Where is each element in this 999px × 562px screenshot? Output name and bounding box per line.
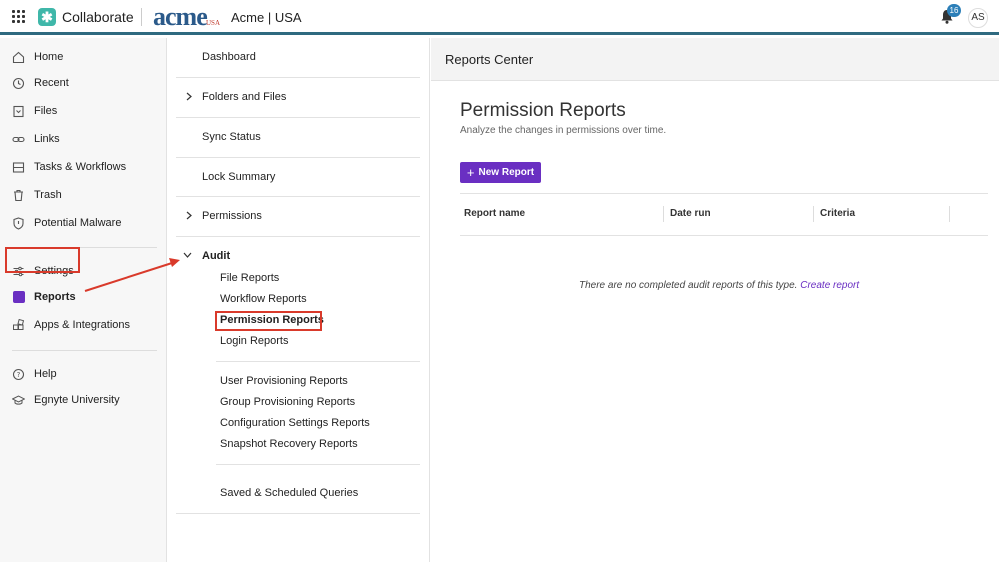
sidebar-item-home[interactable]: Home <box>12 47 63 67</box>
sidebar-item-label: Egnyte University <box>34 394 120 406</box>
nav-divider <box>176 513 420 514</box>
sidebar-item-label: Links <box>34 133 60 145</box>
nav-divider <box>216 361 420 362</box>
nav-login-reports[interactable]: Login Reports <box>220 335 289 347</box>
new-report-label: New Report <box>478 167 535 178</box>
top-bar: ✱ Collaborate acme USA Acme | USA 16 AS <box>0 0 999 35</box>
trash-icon <box>12 189 25 202</box>
nav-lock-summary[interactable]: Lock Summary <box>202 171 446 183</box>
graduation-icon <box>12 394 25 407</box>
nav-audit[interactable]: Audit <box>202 250 446 262</box>
empty-state-text: There are no completed audit reports of … <box>579 280 798 291</box>
nav-divider <box>176 236 420 237</box>
svg-text:?: ? <box>17 371 21 379</box>
sidebar-item-files[interactable]: Files <box>12 101 57 121</box>
permission-reports-highlight-box <box>215 311 322 331</box>
column-header-date-run[interactable]: Date run <box>670 208 711 219</box>
sidebar-item-links[interactable]: Links <box>12 129 60 149</box>
create-report-link[interactable]: Create report <box>800 280 859 291</box>
sidebar-item-trash[interactable]: Trash <box>12 185 62 205</box>
column-separator[interactable] <box>813 206 814 222</box>
nav-divider <box>216 464 420 465</box>
nav-saved-scheduled-queries[interactable]: Saved & Scheduled Queries <box>220 487 358 499</box>
nav-dashboard[interactable]: Dashboard <box>202 51 446 63</box>
empty-state-message: There are no completed audit reports of … <box>579 280 859 291</box>
nav-workflow-reports[interactable]: Workflow Reports <box>220 293 307 305</box>
reports-icon <box>12 291 25 304</box>
file-icon <box>12 105 25 118</box>
home-icon <box>12 51 25 64</box>
nav-file-reports[interactable]: File Reports <box>220 272 279 284</box>
sidebar-item-label: Reports <box>34 291 76 303</box>
sidebar-item-help[interactable]: ? Help <box>12 364 57 384</box>
brand-divider <box>141 8 142 26</box>
sidebar-item-reports[interactable]: Reports <box>12 287 76 307</box>
column-separator[interactable] <box>949 206 950 222</box>
clock-icon <box>12 77 25 90</box>
notification-badge: 16 <box>947 4 961 17</box>
nav-folders-files[interactable]: Folders and Files <box>202 91 446 103</box>
chevron-right-icon[interactable] <box>185 211 193 220</box>
content-header: Reports Center <box>431 38 999 81</box>
nav-user-provisioning-reports[interactable]: User Provisioning Reports <box>220 375 348 387</box>
sidebar-item-label: Recent <box>34 77 69 89</box>
link-icon <box>12 133 25 146</box>
nav-divider <box>176 117 420 118</box>
sidebar-item-recent[interactable]: Recent <box>12 73 69 93</box>
table-divider <box>460 193 988 194</box>
nav-permissions[interactable]: Permissions <box>202 210 446 222</box>
nav-sync-status[interactable]: Sync Status <box>202 131 446 143</box>
page-subtitle: Analyze the changes in permissions over … <box>460 125 667 136</box>
reports-highlight-box <box>5 247 80 273</box>
sidebar-item-apps-integrations[interactable]: Apps & Integrations <box>12 315 130 335</box>
sidebar: Home Recent Files Links Tasks & Workflow… <box>0 38 167 562</box>
avatar[interactable]: AS <box>968 8 988 28</box>
chevron-right-icon[interactable] <box>185 92 193 101</box>
tasks-icon <box>12 161 25 174</box>
collaborate-logo-icon[interactable]: ✱ <box>38 8 56 26</box>
content-header-title: Reports Center <box>445 52 534 67</box>
app-grid-icon[interactable] <box>12 10 25 23</box>
sidebar-item-egnyte-university[interactable]: Egnyte University <box>12 390 120 410</box>
nav-divider <box>176 196 420 197</box>
nav-divider <box>176 77 420 78</box>
sidebar-item-potential-malware[interactable]: Potential Malware <box>12 213 121 233</box>
column-header-criteria[interactable]: Criteria <box>820 208 855 219</box>
chevron-down-icon[interactable] <box>183 251 192 259</box>
sidebar-item-label: Help <box>34 368 57 380</box>
sidebar-item-label: Apps & Integrations <box>34 319 131 331</box>
reports-nav-panel: Dashboard Folders and Files Sync Status … <box>168 38 430 562</box>
sidebar-item-label: Trash <box>34 189 62 201</box>
apps-icon <box>12 318 25 332</box>
column-header-report-name[interactable]: Report name <box>464 208 525 219</box>
nav-configuration-settings-reports[interactable]: Configuration Settings Reports <box>220 417 370 429</box>
sidebar-item-label: Potential Malware <box>34 217 122 229</box>
column-separator[interactable] <box>663 206 664 222</box>
sidebar-item-tasks-workflows[interactable]: Tasks & Workflows <box>12 157 126 177</box>
page-title: Permission Reports <box>460 100 626 121</box>
table-divider <box>460 235 988 236</box>
new-report-button[interactable]: + New Report <box>460 162 541 183</box>
sidebar-item-label: Home <box>34 51 64 63</box>
nav-divider <box>176 157 420 158</box>
reports-content: Reports Center Permission Reports Analyz… <box>431 38 999 562</box>
nav-snapshot-recovery-reports[interactable]: Snapshot Recovery Reports <box>220 438 358 450</box>
sidebar-item-label: Tasks & Workflows <box>34 161 127 173</box>
acme-logo: acme <box>153 2 208 31</box>
help-icon: ? <box>12 368 25 381</box>
acme-logo-usa: USA <box>206 19 221 27</box>
nav-group-provisioning-reports[interactable]: Group Provisioning Reports <box>220 396 355 408</box>
org-name: Acme | USA <box>231 10 302 25</box>
shield-icon <box>12 216 25 230</box>
plus-icon: + <box>466 165 475 180</box>
sidebar-divider <box>12 350 157 351</box>
brand-name[interactable]: Collaborate <box>62 9 134 25</box>
sidebar-item-label: Files <box>34 105 58 117</box>
